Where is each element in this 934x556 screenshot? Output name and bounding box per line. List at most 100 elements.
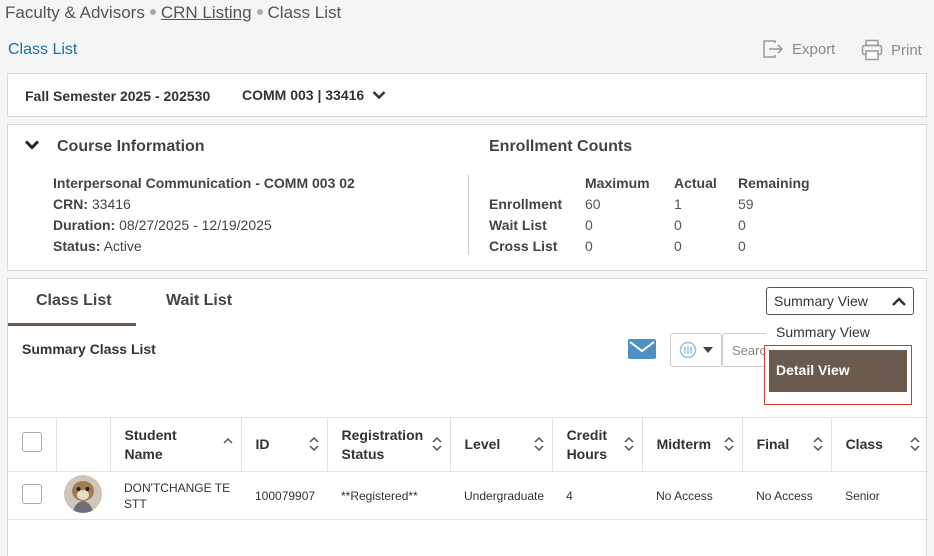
level: Undergraduate bbox=[450, 471, 553, 520]
enrollment-remaining: 0 bbox=[738, 238, 746, 254]
export-button[interactable]: Export bbox=[762, 39, 835, 59]
column-header-label: ID bbox=[255, 436, 270, 452]
columns-icon bbox=[679, 341, 697, 359]
crn-select[interactable]: COMM 003 | 33416 bbox=[242, 87, 386, 103]
sort-icon bbox=[431, 437, 442, 451]
tab-wait-list[interactable]: Wait List bbox=[166, 292, 232, 310]
midterm: No Access bbox=[642, 471, 743, 520]
column-header-registration-status[interactable]: Registration Status bbox=[326, 417, 450, 472]
export-icon bbox=[763, 40, 784, 58]
student-avatar bbox=[64, 474, 102, 513]
view-select-value: Summary View bbox=[774, 293, 868, 309]
print-button[interactable]: Print bbox=[861, 39, 922, 61]
mascot-avatar-image bbox=[64, 474, 102, 513]
column-header-label: Level bbox=[464, 436, 501, 452]
crn-label: CRN: bbox=[53, 196, 88, 212]
caret-down-icon bbox=[703, 347, 713, 353]
sort-icon bbox=[910, 437, 920, 451]
row-select-cell bbox=[8, 471, 56, 520]
email-icon[interactable] bbox=[628, 339, 656, 359]
crn-select-value: COMM 003 | 33416 bbox=[242, 87, 365, 103]
breadcrumb-current: Class List bbox=[267, 3, 342, 22]
printer-icon bbox=[861, 39, 883, 61]
enrollment-actual: 0 bbox=[674, 238, 682, 254]
student-name[interactable]: DON'TCHANGE TE STT bbox=[110, 471, 241, 520]
column-header-final[interactable]: Final bbox=[741, 417, 832, 472]
divider bbox=[468, 175, 469, 255]
enrollment-counts-table: Maximum Actual Remaining Enrollment 60 1… bbox=[489, 173, 810, 257]
enrollment-actual: 0 bbox=[674, 217, 682, 233]
breadcrumb: Faculty & Advisors CRN Listing Class List bbox=[5, 3, 341, 23]
view-select-menu: Summary View Detail View bbox=[764, 315, 914, 405]
sort-icon bbox=[813, 437, 823, 451]
column-header-credit-hours[interactable]: Credit Hours bbox=[551, 417, 643, 472]
student-id: 100079907 bbox=[241, 471, 327, 520]
status-label: Status: bbox=[53, 238, 101, 254]
column-header-class[interactable]: Class bbox=[830, 417, 928, 472]
enrollment-row: Wait List 0 0 0 bbox=[489, 215, 810, 236]
sort-icon bbox=[308, 437, 319, 451]
course-details: Interpersonal Communication - COMM 003 0… bbox=[53, 173, 355, 257]
enrollment-header-actual: Actual bbox=[674, 175, 717, 191]
view-option-highlight: Detail View bbox=[764, 345, 912, 405]
sort-asc-icon bbox=[222, 437, 233, 444]
summary-class-list-title: Summary Class List bbox=[22, 341, 156, 357]
class-list-panel: Class List Wait List Summary Class List … bbox=[7, 278, 928, 556]
sort-icon bbox=[624, 437, 634, 451]
view-option-summary[interactable]: Summary View bbox=[776, 324, 870, 340]
row-checkbox[interactable] bbox=[22, 483, 42, 504]
active-tab-indicator bbox=[8, 323, 136, 326]
registration-status: **Registered** bbox=[327, 471, 450, 520]
enrollment-actual: 1 bbox=[674, 196, 682, 212]
view-select[interactable]: Summary View bbox=[766, 287, 914, 315]
photo-column-header bbox=[55, 417, 110, 472]
final: No Access bbox=[742, 471, 832, 520]
enrollment-remaining: 0 bbox=[738, 217, 746, 233]
column-settings-button[interactable] bbox=[670, 333, 722, 367]
course-name: Interpersonal Communication - COMM 003 0… bbox=[53, 175, 355, 191]
page-title: Class List bbox=[8, 41, 78, 58]
class-standing: Senior bbox=[831, 471, 928, 520]
breadcrumb-root: Faculty & Advisors bbox=[5, 3, 145, 22]
enrollment-counts-title: Enrollment Counts bbox=[489, 138, 633, 155]
column-header-midterm[interactable]: Midterm bbox=[641, 417, 743, 472]
column-header-level[interactable]: Level bbox=[449, 417, 553, 472]
class-list-table: Student Name ID Registration Status Leve… bbox=[8, 417, 928, 520]
status-value: Active bbox=[103, 238, 142, 254]
column-header-id[interactable]: ID bbox=[240, 417, 327, 472]
enrollment-header-remaining: Remaining bbox=[738, 175, 810, 191]
enrollment-row-label: Wait List bbox=[489, 217, 547, 233]
term-label: Fall Semester 2025 - 202530 bbox=[25, 88, 211, 104]
column-header-label: Credit Hours bbox=[566, 426, 608, 462]
enrollment-maximum: 0 bbox=[585, 238, 593, 254]
table-row: DON'TCHANGE TE STT 100079907 **Registere… bbox=[8, 471, 928, 520]
student-photo-cell bbox=[56, 471, 110, 520]
column-header-label: Class bbox=[845, 436, 883, 452]
column-header-student-name[interactable]: Student Name bbox=[109, 417, 241, 472]
column-header-label: Final bbox=[756, 436, 790, 452]
select-all-cell bbox=[8, 417, 56, 472]
enrollment-maximum: 60 bbox=[585, 196, 601, 212]
select-all-checkbox[interactable] bbox=[22, 432, 42, 452]
print-label: Print bbox=[891, 41, 922, 59]
enrollment-row: Enrollment 60 1 59 bbox=[489, 194, 810, 215]
breadcrumb-crn-listing-link[interactable]: CRN Listing bbox=[161, 3, 252, 22]
enrollment-maximum: 0 bbox=[585, 217, 593, 233]
term-bar: Fall Semester 2025 - 202530 COMM 003 | 3… bbox=[7, 73, 927, 117]
duration-label: Duration: bbox=[53, 217, 116, 233]
chevron-down-icon[interactable] bbox=[24, 139, 40, 151]
column-header-label: Student Name bbox=[124, 426, 177, 462]
column-header-label: Registration Status bbox=[341, 426, 424, 462]
enrollment-header-maximum: Maximum bbox=[585, 175, 650, 191]
chevron-down-icon bbox=[372, 91, 386, 100]
column-header-label: Midterm bbox=[656, 436, 712, 452]
chevron-up-icon bbox=[892, 297, 906, 306]
enrollment-row-label: Enrollment bbox=[489, 196, 563, 212]
tab-class-list[interactable]: Class List bbox=[36, 292, 112, 310]
breadcrumb-separator bbox=[149, 9, 156, 16]
sort-icon bbox=[724, 437, 734, 451]
enrollment-row-label: Cross List bbox=[489, 238, 558, 254]
duration-value: 08/27/2025 - 12/19/2025 bbox=[119, 217, 272, 233]
enrollment-remaining: 59 bbox=[738, 196, 754, 212]
view-option-detail[interactable]: Detail View bbox=[769, 350, 907, 392]
